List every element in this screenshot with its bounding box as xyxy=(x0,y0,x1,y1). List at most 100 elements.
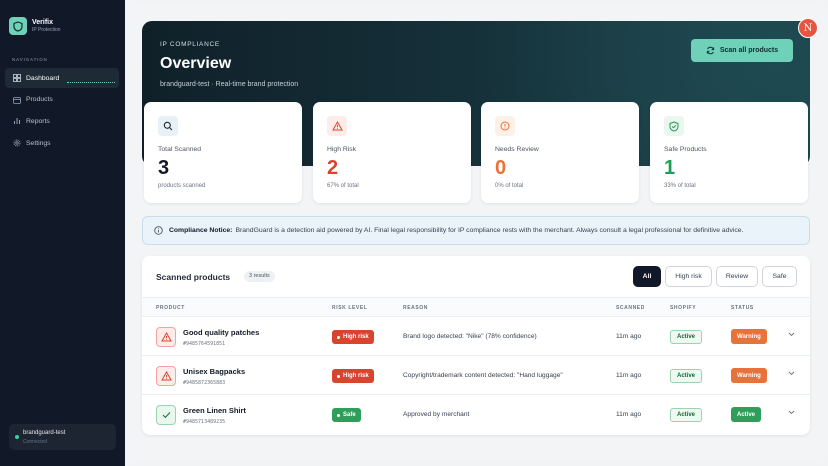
sidebar: Verifix IP Protection NAVIGATION Dashboa… xyxy=(0,0,125,466)
shopify-status-badge: Active xyxy=(670,330,703,344)
stat-card-high-risk: High Risk 2 67% of total xyxy=(313,102,471,203)
stat-sub: 0% of total xyxy=(495,183,524,189)
chevron-down-icon[interactable] xyxy=(788,332,795,337)
info-icon xyxy=(154,226,163,235)
status-badge: Warning xyxy=(731,368,767,383)
stat-value: 0 xyxy=(495,157,507,179)
product-id: #9485713489235 xyxy=(183,419,226,425)
stat-card-total-scanned: Total Scanned 3 products scanned xyxy=(144,102,302,203)
box-icon xyxy=(12,95,21,104)
table-row[interactable]: Unisex Bagpacks #9485872365883 High risk… xyxy=(142,357,810,395)
table-row[interactable]: Good quality patches #9485764591851 High… xyxy=(142,318,810,356)
stat-label: Safe Products xyxy=(664,146,707,153)
table-row[interactable]: Green Linen Shirt #9485713489235 Safe Ap… xyxy=(142,396,810,434)
reason-text: Brand logo detected: "Nike" (78% confide… xyxy=(403,333,537,340)
filter-review[interactable]: Review xyxy=(716,266,758,287)
risk-badge: High risk xyxy=(332,369,374,383)
scan-all-label: Scan all products xyxy=(719,47,779,54)
scanned-time: 11m ago xyxy=(616,372,642,379)
shield-check-icon xyxy=(664,116,684,136)
stat-label: Total Scanned xyxy=(158,146,202,153)
grid-icon xyxy=(12,74,21,83)
user-avatar[interactable]: N xyxy=(798,18,818,38)
reason-text: Copyright/trademark content detected: "H… xyxy=(403,372,563,379)
scanned-products-panel: Scanned products 3 results All High risk… xyxy=(142,256,810,435)
column-header: SHOPIFY xyxy=(670,305,697,311)
product-name[interactable]: Unisex Bagpacks xyxy=(183,367,245,376)
status-badge: Active xyxy=(731,407,762,422)
search-icon xyxy=(158,116,178,136)
column-header: PRODUCT xyxy=(156,305,185,311)
filter-all[interactable]: All xyxy=(633,266,661,287)
risk-label: High risk xyxy=(343,334,369,340)
table-header: PRODUCT RISK LEVEL REASON SCANNED SHOPIF… xyxy=(142,297,810,317)
chevron-down-icon[interactable] xyxy=(788,410,795,415)
shopify-status-badge: Active xyxy=(670,408,703,422)
sidebar-item-reports[interactable]: Reports xyxy=(5,111,119,131)
reason-text: Approved by merchant xyxy=(403,411,470,418)
sidebar-item-products[interactable]: Products xyxy=(5,90,119,110)
store-status: Connected xyxy=(23,439,48,445)
stat-value: 1 xyxy=(664,157,676,179)
scanned-time: 11m ago xyxy=(616,333,642,340)
checkmark-icon xyxy=(156,405,176,425)
sidebar-item-label: Dashboard xyxy=(26,74,60,82)
stat-label: High Risk xyxy=(327,146,357,153)
store-card[interactable]: brandguard-test Connected xyxy=(9,424,116,450)
store-name: brandguard-test xyxy=(23,430,66,436)
hero-kicker: IP COMPLIANCE xyxy=(160,41,220,48)
risk-badge: Safe xyxy=(332,408,361,422)
column-header: RISK LEVEL xyxy=(332,305,368,311)
app-subtitle: IP Protection xyxy=(32,27,61,33)
scanned-time: 11m ago xyxy=(616,411,642,418)
section-title: Scanned products xyxy=(156,272,231,282)
risk-badge: High risk xyxy=(332,330,374,344)
column-header: REASON xyxy=(403,305,428,311)
notice-title: Compliance Notice: xyxy=(169,227,233,234)
nav-heading: NAVIGATION xyxy=(12,57,48,62)
filter-safe[interactable]: Safe xyxy=(762,266,797,287)
dot-icon xyxy=(337,335,340,339)
shopify-status-badge: Active xyxy=(670,369,703,383)
status-badge: Warning xyxy=(731,329,767,344)
stat-label: Needs Review xyxy=(495,146,539,153)
chevron-down-icon[interactable] xyxy=(788,371,795,376)
shield-logo-icon xyxy=(9,17,27,35)
page-title: Overview xyxy=(160,55,232,72)
sidebar-nav: Dashboard Products Reports Settings xyxy=(5,68,119,155)
product-id: #9485872365883 xyxy=(183,380,226,386)
sidebar-item-label: Products xyxy=(26,96,53,104)
product-name[interactable]: Good quality patches xyxy=(183,328,259,337)
sidebar-item-dashboard[interactable]: Dashboard xyxy=(5,68,119,88)
compliance-notice: Compliance Notice: BrandGuard is a detec… xyxy=(142,216,810,245)
stat-sub: 33% of total xyxy=(664,183,696,189)
app-name: Verifix xyxy=(32,19,54,26)
product-name[interactable]: Green Linen Shirt xyxy=(183,406,246,415)
stat-value: 3 xyxy=(158,157,170,179)
main-content: IP COMPLIANCE Overview brandguard-test ·… xyxy=(125,6,825,458)
sidebar-item-label: Settings xyxy=(26,139,51,147)
warning-icon xyxy=(156,327,176,347)
notice-text: BrandGuard is a detection aid powered by… xyxy=(235,227,744,234)
scan-all-button[interactable]: Scan all products xyxy=(691,39,793,62)
brand[interactable]: Verifix IP Protection xyxy=(9,17,61,35)
filter-high-risk[interactable]: High risk xyxy=(665,266,712,287)
risk-label: High risk xyxy=(343,373,369,379)
stat-value: 2 xyxy=(327,157,339,179)
gear-icon xyxy=(12,139,21,148)
stat-card-needs-review: Needs Review 0 0% of total xyxy=(481,102,639,203)
stat-sub: 67% of total xyxy=(327,183,359,189)
column-header: STATUS xyxy=(731,305,754,311)
info-circle-icon xyxy=(495,116,515,136)
hero-subtitle: brandguard-test · Real-time brand protec… xyxy=(160,81,299,88)
bar-chart-icon xyxy=(12,117,21,126)
dot-icon xyxy=(337,413,340,417)
refresh-icon xyxy=(706,46,715,55)
warning-icon xyxy=(327,116,347,136)
results-count-badge: 3 results xyxy=(244,271,275,282)
sidebar-item-settings[interactable]: Settings xyxy=(5,133,119,153)
connection-status-dot xyxy=(15,435,19,439)
product-id: #9485764591851 xyxy=(183,341,226,347)
sidebar-item-label: Reports xyxy=(26,117,50,125)
dot-icon xyxy=(337,374,340,378)
